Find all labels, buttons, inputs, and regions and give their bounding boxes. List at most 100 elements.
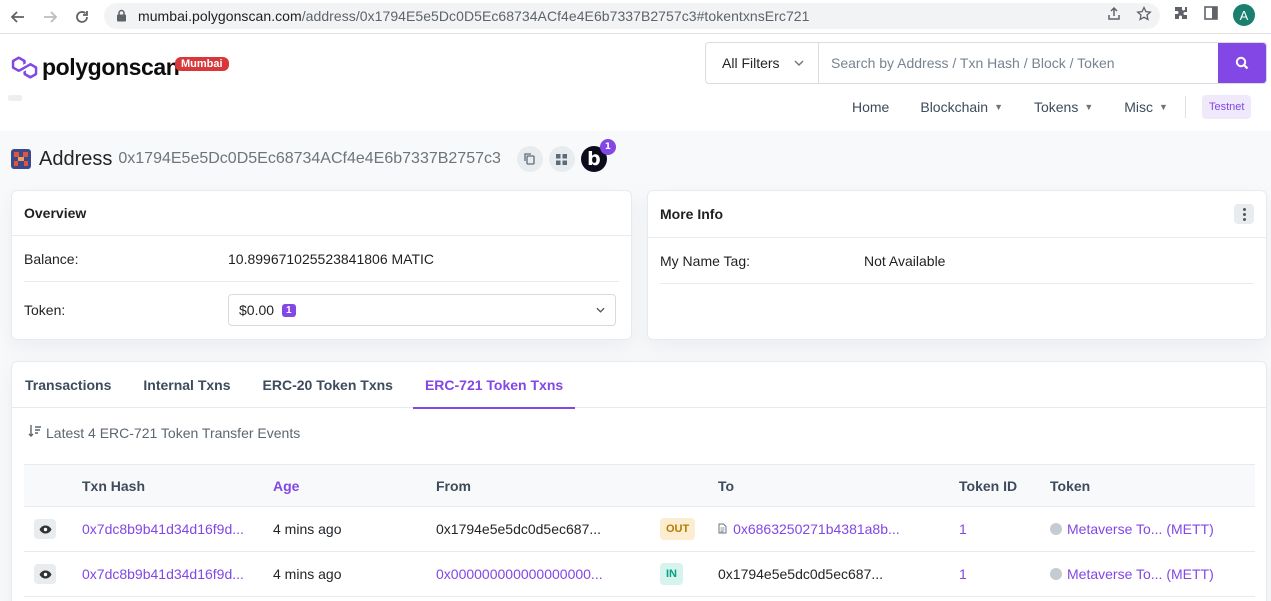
chevron-down-icon	[596, 305, 605, 316]
star-icon[interactable]	[1136, 5, 1152, 26]
tab-transactions[interactable]: Transactions	[25, 362, 123, 408]
more-info-card: More Info My Name Tag: Not Available	[647, 190, 1267, 340]
contract-icon	[718, 523, 730, 537]
nav-tokens[interactable]: Tokens ▼	[1034, 99, 1093, 115]
side-panel-icon[interactable]	[1203, 5, 1219, 26]
table-header-row: Txn Hash Age From To Token ID Token	[24, 464, 1255, 507]
header-token: Token	[1050, 477, 1091, 494]
events-summary-text: Latest 4 ERC-721 Token Transfer Events	[46, 424, 301, 441]
name-tag-value: Not Available	[864, 252, 946, 269]
more-info-header: More Info	[648, 191, 1266, 238]
testnet-button[interactable]: Testnet	[1201, 95, 1252, 119]
row-divider	[660, 283, 1254, 284]
more-options-icon[interactable]	[1234, 204, 1254, 224]
chevron-down-icon: ▼	[994, 102, 1003, 112]
token-link[interactable]: Metaverse To... (METT)	[1067, 566, 1214, 582]
tab-erc721-token-txns[interactable]: ERC-721 Token Txns	[412, 362, 576, 409]
reload-icon[interactable]	[70, 5, 94, 29]
qr-code-icon	[556, 153, 568, 165]
search-input[interactable]	[819, 43, 1218, 83]
polygonscan-logo[interactable]: polygonscan	[11, 54, 180, 81]
overview-title: Overview	[24, 205, 87, 221]
address-label: Address	[39, 147, 113, 170]
token-count-badge: 1	[282, 303, 296, 317]
address-bar[interactable]: mumbai.polygonscan.com/address/0x1794E5e…	[104, 3, 1160, 29]
balance-label: Balance:	[24, 250, 79, 267]
txn-hash-link[interactable]: 0x7dc8b9b41d34d16f9d...	[82, 566, 273, 582]
token-transfers-table: Txn Hash Age From To Token ID Token 0x7d…	[24, 464, 1255, 597]
back-icon[interactable]	[6, 5, 30, 29]
lock-icon	[116, 9, 128, 23]
search-form: All Filters	[705, 42, 1267, 84]
header-from: From	[436, 477, 471, 494]
table-row: 0x7dc8b9b41d34d16f9d... 4 mins ago 0x179…	[24, 507, 1255, 552]
blockscan-chat-button[interactable]: b 1	[580, 139, 616, 172]
token-cell: Metaverse To... (METT)	[1050, 566, 1255, 582]
events-summary: Latest 4 ERC-721 Token Transfer Events	[28, 424, 300, 441]
token-link[interactable]: Metaverse To... (METT)	[1067, 521, 1214, 537]
tab-bar: Transactions Internal Txns ERC-20 Token …	[12, 362, 1266, 409]
nav-home[interactable]: Home	[852, 99, 889, 115]
tab-erc20-token-txns[interactable]: ERC-20 Token Txns	[243, 362, 405, 408]
balance-value: 10.899671025523841806 MATIC	[228, 250, 435, 267]
nav-misc[interactable]: Misc ▼	[1124, 99, 1168, 115]
eye-icon[interactable]	[34, 519, 56, 539]
token-holdings-dropdown[interactable]: $0.00 1	[228, 294, 616, 326]
search-icon	[1235, 56, 1249, 70]
overview-header: Overview	[12, 191, 631, 236]
token-row: Token: $0.00 1	[12, 282, 631, 338]
token-label: Token:	[24, 302, 66, 318]
more-info-title: More Info	[660, 206, 723, 222]
chevron-down-icon	[794, 58, 804, 69]
filter-label: All Filters	[722, 55, 780, 71]
txn-hash-link[interactable]: 0x7dc8b9b41d34d16f9d...	[82, 521, 273, 537]
token-logo-icon	[1050, 568, 1062, 580]
polygon-logo-icon	[11, 55, 38, 79]
browser-toolbar: mumbai.polygonscan.com/address/0x1794E5e…	[0, 0, 1271, 34]
name-tag-label: My Name Tag:	[660, 252, 750, 269]
to-address: 0x1794e5e5dc0d5ec687...	[718, 566, 884, 582]
copy-address-button[interactable]	[516, 146, 543, 172]
token-value: $0.00	[239, 302, 275, 318]
extensions-icon[interactable]	[1173, 5, 1189, 26]
to-address-link[interactable]: 0x6863250271b4381a8b...	[733, 521, 900, 537]
chevron-down-icon: ▼	[1084, 102, 1094, 112]
site-header: polygonscan Mumbai All Filters Home Bloc…	[0, 34, 1271, 131]
token-logo-icon	[1050, 523, 1062, 535]
balance-row: Balance: 10.899671025523841806 MATIC	[12, 236, 631, 281]
row-preview-cell	[24, 564, 82, 584]
overview-card: Overview Balance: 10.899671025523841806 …	[11, 190, 632, 340]
token-id-link[interactable]: 1	[959, 521, 1050, 537]
blockscan-count-badge: 1	[599, 139, 616, 155]
header-txn-hash: Txn Hash	[82, 477, 146, 494]
url-text: mumbai.polygonscan.com/address/0x1794E5e…	[138, 8, 810, 24]
token-id-link[interactable]: 1	[959, 566, 1050, 582]
network-badge: Mumbai	[175, 57, 229, 71]
placeholder-bar	[8, 95, 22, 101]
header-token-id: Token ID	[959, 477, 1018, 494]
name-tag-row: My Name Tag: Not Available	[648, 238, 1266, 283]
nav-tokens-label: Tokens	[1033, 99, 1079, 115]
from-address: 0x1794e5e5dc0d5ec687...	[436, 521, 602, 537]
qr-code-button[interactable]	[548, 146, 575, 172]
row-preview-cell	[24, 519, 82, 539]
address-title-row: Address 0x1794E5e5Dc0D5Ec68734ACf4e4E6b7…	[11, 139, 616, 172]
nav-blockchain[interactable]: Blockchain ▼	[920, 99, 1003, 115]
share-icon[interactable]	[1106, 6, 1122, 26]
tab-internal-txns[interactable]: Internal Txns	[123, 362, 242, 408]
filter-dropdown[interactable]: All Filters	[706, 43, 819, 83]
header-to: To	[718, 477, 735, 494]
search-button[interactable]	[1218, 43, 1266, 83]
profile-avatar[interactable]: A	[1233, 4, 1255, 26]
direction-cell: IN	[660, 563, 718, 585]
blockie-avatar-icon	[11, 149, 31, 169]
forward-icon[interactable]	[38, 5, 62, 29]
age-cell: 4 mins ago	[273, 521, 342, 537]
direction-badge: OUT	[660, 518, 696, 540]
header-age[interactable]: Age	[273, 478, 436, 494]
brand-name: polygonscan	[42, 54, 180, 80]
to-cell: 0x6863250271b4381a8b...	[718, 521, 959, 537]
from-address-link[interactable]: 0x000000000000000000...	[436, 566, 660, 582]
sort-descending-icon[interactable]	[28, 424, 42, 441]
eye-icon[interactable]	[34, 564, 56, 584]
